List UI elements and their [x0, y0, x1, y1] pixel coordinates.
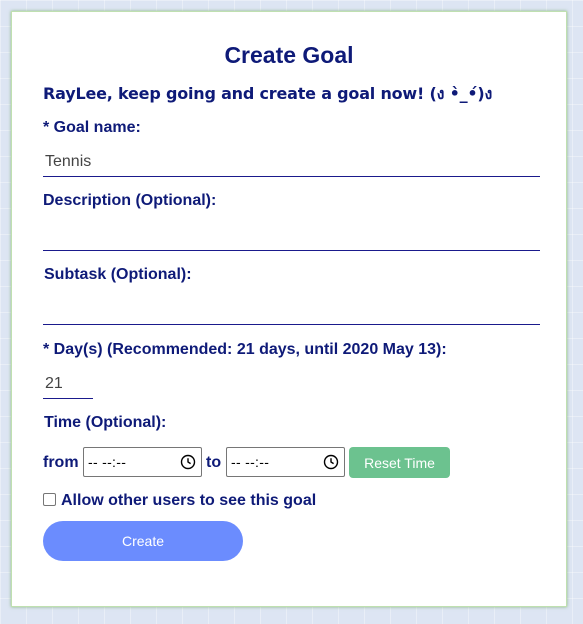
share-goal-checkbox[interactable] — [43, 493, 56, 506]
share-goal-label[interactable]: Allow other users to see this goal — [61, 492, 316, 510]
create-button[interactable]: Create — [43, 521, 243, 561]
clock-icon[interactable] — [180, 454, 196, 470]
page-title: Create Goal — [224, 42, 354, 68]
time-label: Time (Optional): — [44, 414, 167, 431]
reset-time-button[interactable]: Reset Time — [349, 447, 450, 478]
create-goal-card: Create Goal RayLee, keep going and creat… — [11, 11, 567, 607]
to-label: to — [206, 454, 222, 471]
description-label: Description (Optional): — [43, 192, 217, 209]
days-label: * Day(s) (Recommended: 21 days, until 20… — [43, 341, 447, 358]
goal-name-input[interactable] — [43, 148, 540, 177]
to-time-input[interactable]: -- --:-- — [226, 447, 345, 477]
subtask-input[interactable] — [43, 296, 540, 325]
clock-icon[interactable] — [323, 454, 339, 470]
goal-name-label: * Goal name: — [43, 119, 141, 136]
encouragement-text: RayLee, keep going and create a goal now… — [43, 84, 493, 103]
subtask-label: Subtask (Optional): — [44, 266, 192, 283]
days-input[interactable] — [43, 370, 93, 399]
from-label: from — [43, 454, 79, 471]
from-time-value: -- --:-- — [88, 454, 127, 470]
description-input[interactable] — [43, 222, 540, 251]
from-time-input[interactable]: -- --:-- — [83, 447, 202, 477]
to-time-value: -- --:-- — [231, 454, 270, 470]
